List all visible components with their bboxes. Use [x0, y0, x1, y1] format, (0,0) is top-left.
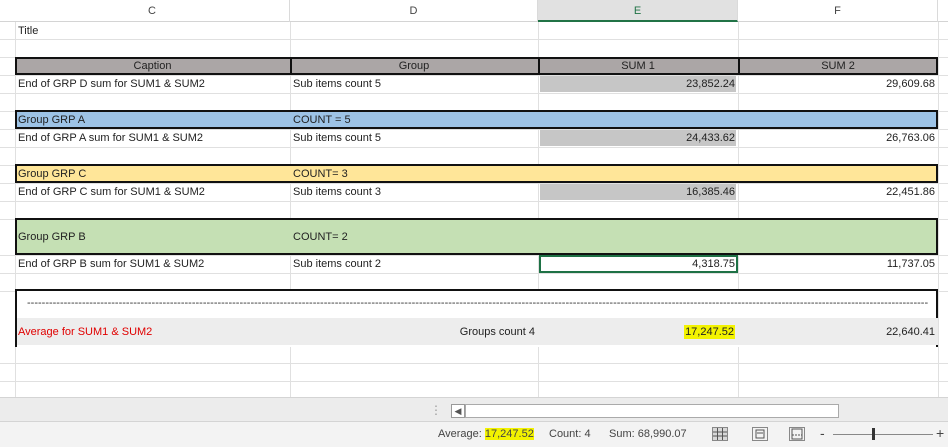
group-b-caption[interactable]: Group GRP B: [15, 228, 290, 246]
scroll-left-arrow-icon[interactable]: ◀: [451, 404, 465, 418]
normal-view-icon[interactable]: [712, 427, 728, 441]
column-header-bar: C D E F: [0, 0, 948, 22]
group-c-count[interactable]: COUNT= 3: [290, 165, 538, 183]
zoom-slider-thumb[interactable]: [872, 428, 875, 440]
column-header-d[interactable]: D: [290, 0, 538, 22]
zoom-slider-track[interactable]: [833, 434, 933, 435]
table-row-group[interactable]: Sub items count 2: [290, 255, 538, 273]
header-sum2[interactable]: SUM 2: [738, 57, 938, 75]
table-row-group[interactable]: Sub items count 3: [290, 183, 538, 201]
summary-sum1-cell[interactable]: 17,247.52: [538, 323, 738, 341]
worksheet-grid[interactable]: Title Caption Group SUM 1 SUM 2 End of G…: [0, 22, 948, 397]
column-header-e[interactable]: E: [538, 0, 738, 22]
summary-groups-count[interactable]: Groups count 4: [290, 323, 538, 341]
summary-caption[interactable]: Average for SUM1 & SUM2: [15, 323, 290, 341]
table-row-sum1[interactable]: 16,385.46: [538, 183, 738, 201]
table-row-sum1[interactable]: 24,433.62: [538, 129, 738, 147]
title-cell[interactable]: Title: [15, 22, 290, 40]
group-c-caption[interactable]: Group GRP C: [15, 165, 290, 183]
column-header-f[interactable]: F: [738, 0, 938, 22]
table-row-caption[interactable]: End of GRP B sum for SUM1 & SUM2: [15, 255, 290, 273]
table-row-caption[interactable]: End of GRP A sum for SUM1 & SUM2: [15, 129, 290, 147]
summary-sum1: 17,247.52: [684, 325, 735, 339]
table-row-sum2[interactable]: 22,451.86: [738, 183, 938, 201]
zoom-out-button[interactable]: -: [820, 425, 825, 441]
header-sum1[interactable]: SUM 1: [538, 57, 738, 75]
sheet-tab-scroll-area: ⋮ ◀: [0, 397, 948, 421]
table-row-caption[interactable]: End of GRP D sum for SUM1 & SUM2: [15, 75, 290, 93]
status-sum[interactable]: Sum: 68,990.07: [609, 428, 687, 440]
header-caption[interactable]: Caption: [15, 57, 290, 75]
table-row-group[interactable]: Sub items count 5: [290, 75, 538, 93]
page-layout-icon[interactable]: [752, 427, 768, 441]
table-row-caption[interactable]: End of GRP C sum for SUM1 & SUM2: [15, 183, 290, 201]
table-row-sum1[interactable]: 4,318.75: [538, 255, 738, 273]
table-row-sum2[interactable]: 11,737.05: [738, 255, 938, 273]
status-average-label: Average:: [438, 428, 482, 440]
status-average-value: 17,247.52: [484, 428, 534, 440]
splitter-dots-icon[interactable]: ⋮: [430, 403, 443, 417]
table-row-sum2[interactable]: 29,609.68: [738, 75, 938, 93]
status-average[interactable]: Average: 17,247.52: [438, 428, 534, 440]
header-group[interactable]: Group: [290, 57, 538, 75]
group-a-caption[interactable]: Group GRP A: [15, 111, 290, 129]
status-bar: Average: 17,247.52 Count: 4 Sum: 68,990.…: [0, 421, 948, 447]
summary-divider-dashes: ----------------------------------------…: [27, 297, 928, 309]
zoom-in-button[interactable]: +: [936, 425, 944, 441]
page-break-icon[interactable]: [789, 427, 805, 441]
table-row-sum1[interactable]: 23,852.24: [538, 75, 738, 93]
table-row-sum2[interactable]: 26,763.06: [738, 129, 938, 147]
table-row-group[interactable]: Sub items count 5: [290, 129, 538, 147]
column-header-c[interactable]: C: [15, 0, 290, 22]
horizontal-scrollbar[interactable]: [465, 404, 839, 418]
status-count[interactable]: Count: 4: [549, 428, 591, 440]
summary-sum2[interactable]: 22,640.41: [738, 323, 938, 341]
group-b-count[interactable]: COUNT= 2: [290, 228, 538, 246]
group-a-count[interactable]: COUNT = 5: [290, 111, 538, 129]
